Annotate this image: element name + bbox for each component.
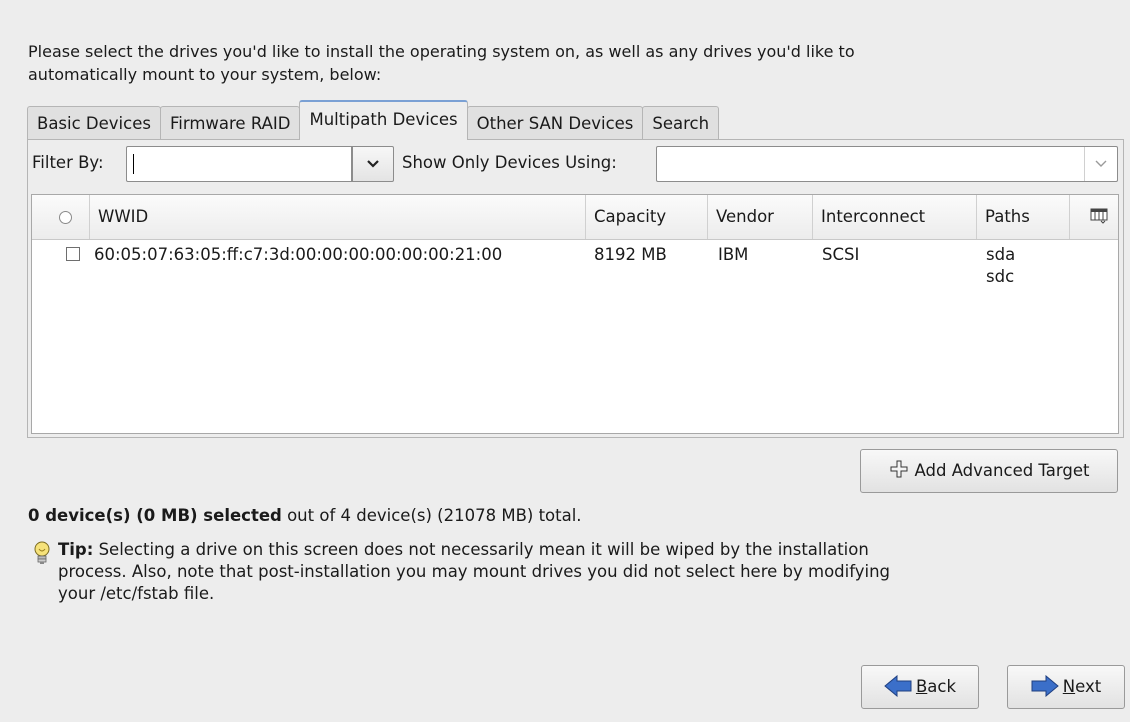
column-header-interconnect[interactable]: Interconnect xyxy=(813,195,977,239)
tip-body: Selecting a drive on this screen does no… xyxy=(58,540,891,603)
table-row[interactable]: 60:05:07:63:05:ff:c7:3d:00:00:00:00:00:0… xyxy=(32,240,1118,296)
selection-summary-bold: 0 device(s) (0 MB) selected xyxy=(28,506,282,525)
back-button[interactable]: Back xyxy=(861,665,979,709)
tab-other-san-devices[interactable]: Other SAN Devices xyxy=(466,106,644,140)
column-header-paths[interactable]: Paths xyxy=(977,195,1070,239)
tab-basic-devices[interactable]: Basic Devices xyxy=(27,106,161,140)
table-header: WWID Capacity Vendor Interconnect Paths xyxy=(32,195,1118,240)
row-interconnect: SCSI xyxy=(822,245,860,264)
row-paths: sda sdc xyxy=(986,240,1015,288)
column-chooser-icon xyxy=(1090,208,1108,224)
selection-summary: 0 device(s) (0 MB) selected out of 4 dev… xyxy=(28,506,582,525)
tip-text: Tip: Selecting a drive on this screen do… xyxy=(58,539,918,605)
add-advanced-target-label: Add Advanced Target xyxy=(914,461,1090,480)
next-button[interactable]: Next xyxy=(1007,665,1125,709)
column-header-capacity[interactable]: Capacity xyxy=(586,195,708,239)
row-vendor: IBM xyxy=(718,245,749,264)
show-only-devices-label: Show Only Devices Using: xyxy=(402,153,617,172)
device-table: WWID Capacity Vendor Interconnect Paths … xyxy=(31,194,1119,434)
next-mnemonic: N xyxy=(1062,677,1076,696)
add-advanced-target-button[interactable]: Add Advanced Target xyxy=(860,449,1118,493)
filter-dropdown-button[interactable] xyxy=(352,146,394,182)
tab-multipath-devices[interactable]: Multipath Devices xyxy=(299,100,468,140)
next-label-rest: ext xyxy=(1075,677,1102,696)
lightbulb-icon xyxy=(34,541,50,564)
filter-by-label: Filter By: xyxy=(32,153,104,172)
row-path-2: sdc xyxy=(986,267,1015,286)
chevron-down-icon xyxy=(1095,160,1107,167)
plus-icon xyxy=(890,460,907,478)
row-wwid: 60:05:07:63:05:ff:c7:3d:00:00:00:00:00:0… xyxy=(94,245,503,264)
back-mnemonic: B xyxy=(915,677,928,696)
intro-text: Please select the drives you'd like to i… xyxy=(28,42,855,84)
row-path-1: sda xyxy=(986,245,1016,264)
row-capacity: 8192 MB xyxy=(594,245,667,264)
select-all-radio[interactable] xyxy=(59,211,72,224)
device-tabs: Basic Devices Firmware RAID Multipath De… xyxy=(27,100,720,140)
back-arrow-icon xyxy=(884,674,912,698)
filter-row: Filter By: Show Only Devices Using: xyxy=(28,140,1125,188)
show-only-devices-dropdown-arrow[interactable] xyxy=(1084,147,1117,181)
back-label-rest: ack xyxy=(927,677,957,696)
select-all-column-header[interactable] xyxy=(32,195,90,239)
multipath-panel: Filter By: Show Only Devices Using: WWID… xyxy=(27,139,1124,438)
filter-by-input[interactable] xyxy=(126,146,352,182)
text-cursor xyxy=(133,154,134,174)
show-only-devices-combo[interactable] xyxy=(656,146,1118,182)
tip-label: Tip: xyxy=(58,540,94,559)
selection-summary-rest: out of 4 device(s) (21078 MB) total. xyxy=(281,506,582,525)
column-header-wwid[interactable]: WWID xyxy=(90,195,586,239)
chevron-down-icon xyxy=(367,160,379,168)
tab-search[interactable]: Search xyxy=(642,106,720,140)
column-header-vendor[interactable]: Vendor xyxy=(708,195,813,239)
next-arrow-icon xyxy=(1031,674,1059,698)
tab-firmware-raid[interactable]: Firmware RAID xyxy=(159,106,301,140)
column-chooser-button[interactable] xyxy=(1070,195,1118,239)
row-select-checkbox[interactable] xyxy=(66,247,80,261)
